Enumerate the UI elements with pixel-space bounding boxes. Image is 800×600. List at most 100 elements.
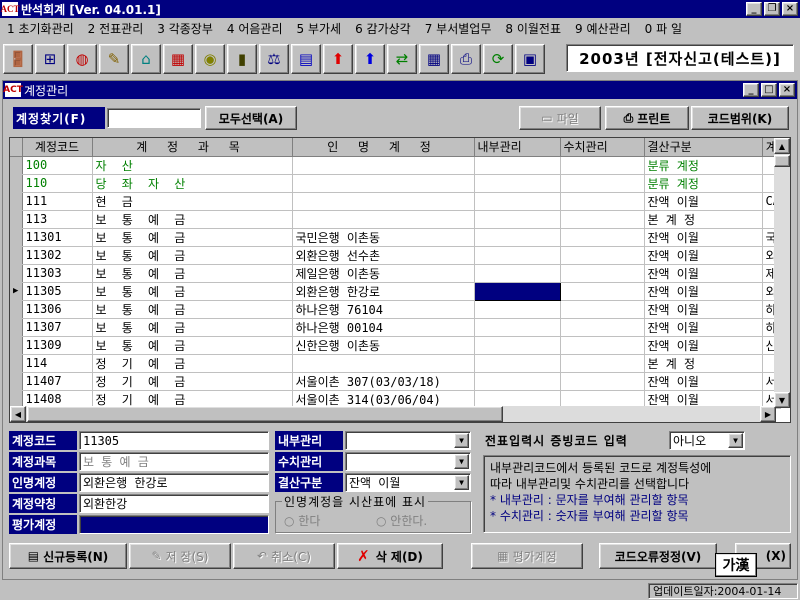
save-button[interactable]: ✎ 저 장(S) xyxy=(129,543,231,569)
chevron-down-icon[interactable]: ▼ xyxy=(454,433,469,448)
cell-code[interactable]: 11303 xyxy=(22,264,93,283)
menu-depreciation[interactable]: 6 감가상각 xyxy=(348,20,418,37)
cell-inner[interactable] xyxy=(474,156,561,175)
cell-num[interactable] xyxy=(560,174,645,193)
cell-name[interactable]: 보 통 예 금 xyxy=(92,228,293,247)
cell-inner[interactable] xyxy=(474,246,561,265)
child-close-button[interactable]: × xyxy=(779,83,795,97)
chevron-down-icon[interactable]: ▼ xyxy=(454,454,469,469)
eval-account-button[interactable]: ▦ 평가계정 xyxy=(471,543,583,569)
restore-button[interactable]: ❐ xyxy=(764,2,780,16)
cell-close[interactable]: 잔액 이월 xyxy=(644,318,763,337)
menu-ledgers[interactable]: 3 각종장부 xyxy=(150,20,220,37)
coin-icon[interactable]: ◉ xyxy=(195,44,225,74)
cell-name[interactable]: 보 통 예 금 xyxy=(92,246,293,265)
code-field[interactable]: 11305 xyxy=(79,431,269,450)
pencil-icon[interactable]: ✎ xyxy=(99,44,129,74)
cell-person[interactable]: 제일은행 이촌동 xyxy=(292,264,475,283)
cell-person[interactable]: 하나은행 00104 xyxy=(292,318,475,337)
cell-inner[interactable] xyxy=(474,192,561,211)
table-row[interactable]: 11309 보 통 예 금 신한은행 이촌동 잔액 이월 신 xyxy=(10,336,781,355)
select-all-button[interactable]: 모두선택(A) xyxy=(205,106,297,130)
col-header-name[interactable]: 계 정 과 목 xyxy=(92,138,293,157)
cell-person[interactable]: 외환은행 선수촌 xyxy=(292,246,475,265)
subject-field[interactable]: 보 통 예 금 xyxy=(79,452,269,471)
menu-budget[interactable]: 9 예산관리 xyxy=(568,20,638,37)
search-input[interactable] xyxy=(107,108,201,128)
table-row[interactable]: 11306 보 통 예 금 하나은행 76104 잔액 이월 하 xyxy=(10,300,781,319)
cell-code[interactable]: 111 xyxy=(22,192,93,211)
table-row[interactable]: ▶ 11305 보 통 예 금 외환은행 한강로 잔액 이월 외 xyxy=(10,281,781,301)
cell-num[interactable] xyxy=(560,156,645,175)
cell-close[interactable]: 잔액 이월 xyxy=(644,192,763,211)
cell-num[interactable] xyxy=(560,336,645,355)
delete-button[interactable]: ✗ 삭 제(D) xyxy=(337,543,443,569)
cell-name[interactable]: 정 기 예 금 xyxy=(92,372,293,391)
cell-code[interactable]: 100 xyxy=(22,156,93,175)
scroll-up-icon[interactable]: ▲ xyxy=(774,138,790,154)
tree-icon[interactable]: ⊞ xyxy=(35,44,65,74)
trial-yes-radio[interactable]: ○ 한다 xyxy=(284,512,320,529)
print-button[interactable]: ⎙ 프린트 xyxy=(605,106,689,130)
cell-inner[interactable] xyxy=(474,264,561,283)
cell-person[interactable] xyxy=(292,156,475,175)
table-row[interactable]: 11302 보 통 예 금 외환은행 선수촌 잔액 이월 외 xyxy=(10,246,781,265)
cell-num[interactable] xyxy=(560,228,645,247)
cell-code[interactable]: 11301 xyxy=(22,228,93,247)
cell-inner[interactable] xyxy=(474,228,561,247)
code-fix-button[interactable]: 코드오류정정(V) xyxy=(599,543,717,569)
transfer-icon[interactable]: ⇄ xyxy=(387,44,417,74)
cell-name[interactable]: 당 좌 자 산 xyxy=(92,174,293,193)
cell-close[interactable]: 잔액 이월 xyxy=(644,300,763,319)
cell-close[interactable]: 분류 계정 xyxy=(644,174,763,193)
cell-code[interactable]: 11302 xyxy=(22,246,93,265)
menu-department[interactable]: 7 부서별업무 xyxy=(418,20,499,37)
hscroll-thumb[interactable] xyxy=(27,406,503,422)
scroll-left-icon[interactable]: ◀ xyxy=(10,406,26,422)
monitor-icon[interactable]: ▣ xyxy=(515,44,545,74)
cell-person[interactable] xyxy=(292,192,475,211)
arrow-up-blue-icon[interactable]: ⬆ xyxy=(355,44,385,74)
cell-close[interactable]: 잔액 이월 xyxy=(644,228,763,247)
new-button[interactable]: ▤ 신규등록(N) xyxy=(9,543,127,569)
cell-inner[interactable] xyxy=(474,372,561,391)
cell-code[interactable]: 110 xyxy=(22,174,93,193)
calculator-icon[interactable]: ▦ xyxy=(419,44,449,74)
table-row[interactable]: 111 현 금 잔액 이월 CA xyxy=(10,192,781,211)
menu-init[interactable]: 1 초기화관리 xyxy=(0,20,81,37)
cell-person[interactable]: 국민은행 이촌동 xyxy=(292,228,475,247)
vscroll-thumb[interactable] xyxy=(774,155,790,167)
cell-inner[interactable] xyxy=(474,210,561,229)
col-header-close[interactable]: 결산구분 xyxy=(644,138,763,157)
menu-vat[interactable]: 5 부가세 xyxy=(290,20,349,37)
cell-name[interactable]: 보 통 예 금 xyxy=(92,282,293,301)
person-field[interactable]: 외환은행 한강로 xyxy=(79,473,269,492)
cell-close[interactable]: 잔액 이월 xyxy=(644,282,763,301)
cell-name[interactable]: 정 기 예 금 xyxy=(92,354,293,373)
table-row[interactable]: 113 보 통 예 금 본 계 정 xyxy=(10,210,781,229)
cell-num[interactable] xyxy=(560,210,645,229)
table-row[interactable]: 11407 정 기 예 금 서울이촌 307(03/03/18) 잔액 이월 서 xyxy=(10,372,781,391)
cell-person[interactable]: 서울이촌 307(03/03/18) xyxy=(292,372,475,391)
num-select[interactable]: ▼ xyxy=(345,452,471,471)
table-row[interactable]: 110 당 좌 자 산 분류 계정 xyxy=(10,174,781,193)
cell-name[interactable]: 보 통 예 금 xyxy=(92,336,293,355)
child-maximize-button[interactable]: □ xyxy=(761,83,777,97)
chevron-down-icon[interactable]: ▼ xyxy=(728,433,743,448)
child-minimize-button[interactable]: _ xyxy=(743,83,759,97)
cell-person[interactable] xyxy=(292,174,475,193)
menu-file[interactable]: 0 파 일 xyxy=(638,20,689,37)
cell-inner[interactable] xyxy=(474,174,561,193)
cell-num[interactable] xyxy=(560,354,645,373)
cell-name[interactable]: 보 통 예 금 xyxy=(92,318,293,337)
minimize-button[interactable]: _ xyxy=(746,2,762,16)
cell-code[interactable]: 11309 xyxy=(22,336,93,355)
close-select[interactable]: 잔액 이월 ▼ xyxy=(345,473,471,492)
scroll-down-icon[interactable]: ▼ xyxy=(774,392,790,408)
grid-vertical-scrollbar[interactable]: ▲ ▼ xyxy=(774,138,790,408)
cell-num[interactable] xyxy=(560,264,645,283)
cell-name[interactable]: 현 금 xyxy=(92,192,293,211)
chevron-down-icon[interactable]: ▼ xyxy=(454,475,469,490)
cell-code[interactable]: 11407 xyxy=(22,372,93,391)
col-header-person[interactable]: 인 명 계 정 xyxy=(292,138,475,157)
